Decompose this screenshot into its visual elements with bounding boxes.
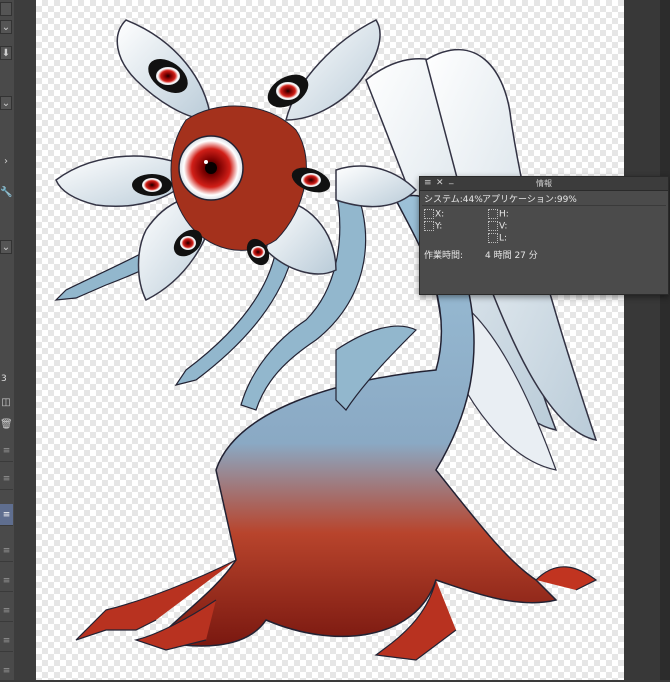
canvas-gutter <box>14 0 36 680</box>
y-coord: Y: <box>424 221 442 232</box>
system-usage: システム:44% <box>424 195 483 205</box>
creature-illustration <box>54 19 598 661</box>
work-time-label: 作業時間: <box>424 251 464 261</box>
layer-row-selected[interactable]: ≡ <box>0 504 13 526</box>
l-icon <box>488 233 498 243</box>
h-label: H: <box>499 209 509 220</box>
layer-row[interactable]: ≡ <box>0 600 13 622</box>
download-icon[interactable]: ⬇ <box>0 46 12 60</box>
left-tool-strip: ⌄ ⬇ ⌄ › 🔧 ⌄ 3 ◫ 🗑 ≡ ≡ ≡ ≡ ≡ ≡ ≡ ≡ <box>0 0 15 682</box>
spin-icon[interactable]: ◫ <box>0 396 12 410</box>
x-label: X: <box>435 209 445 220</box>
h-value: H: <box>488 209 509 220</box>
layer-row[interactable]: ≡ <box>0 660 13 682</box>
layer-row[interactable]: ≡ <box>0 630 13 652</box>
layer-row[interactable]: ≡ <box>0 468 13 490</box>
application-usage: アプリケーション:99% <box>482 195 577 205</box>
layer-row[interactable]: ≡ <box>0 540 13 562</box>
tool-button[interactable] <box>0 2 12 16</box>
info-panel-title: 情報 <box>536 179 552 188</box>
layer-row[interactable]: ≡ <box>0 570 13 592</box>
chevron-down-icon[interactable]: ⌄ <box>0 240 12 254</box>
spin-value[interactable]: 3 <box>1 374 7 384</box>
l-value: L: <box>488 233 507 244</box>
divider <box>422 205 666 206</box>
chevron-down-icon[interactable]: ⌄ <box>0 20 12 34</box>
work-time-value: 4 時間 27 分 <box>485 251 538 261</box>
right-scrollbar[interactable] <box>660 0 670 680</box>
layer-row[interactable]: ≡ <box>0 440 13 462</box>
h-icon <box>488 209 498 219</box>
l-label: L: <box>499 233 508 244</box>
chevron-right-icon[interactable]: › <box>0 155 12 169</box>
chevron-down-icon[interactable]: ⌄ <box>0 96 12 110</box>
y-coord-icon <box>424 221 434 231</box>
wrench-icon[interactable]: 🔧 <box>0 186 12 200</box>
info-panel-titlebar[interactable]: ≡ ✕ _ 情報 <box>420 175 668 191</box>
v-icon <box>488 221 498 231</box>
x-coord: X: <box>424 209 444 220</box>
x-coord-icon <box>424 209 434 219</box>
info-panel: ≡ ✕ _ 情報 システム:44% アプリケーション:99% X: Y: H: … <box>419 175 669 295</box>
y-label: Y: <box>435 221 443 232</box>
v-label: V: <box>499 221 508 232</box>
v-value: V: <box>488 221 507 232</box>
trash-icon[interactable]: 🗑 <box>0 418 13 432</box>
